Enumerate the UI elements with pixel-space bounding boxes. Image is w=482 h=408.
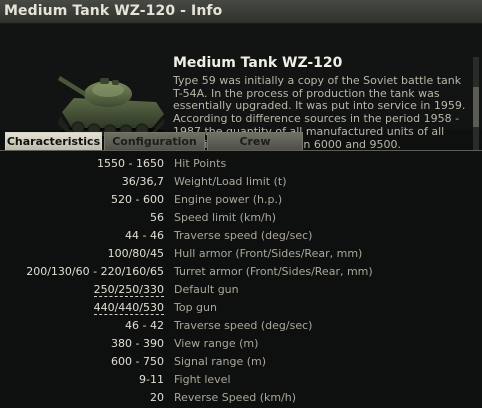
stat-value: 200/130/60 - 220/160/65 <box>26 265 164 278</box>
tank-name: Medium Tank WZ-120 <box>173 55 343 71</box>
tab-crew[interactable]: Crew <box>207 132 303 150</box>
stat-row-turret-armor: 200/130/60 - 220/160/65 Turret armor (Fr… <box>0 264 482 282</box>
stat-label: Signal range (m) <box>174 355 267 368</box>
stat-row-turret-traverse: 46 - 42 Traverse speed (deg/sec) <box>0 318 482 336</box>
stat-row-hull-armor: 100/80/45 Hull armor (Front/Sides/Rear, … <box>0 246 482 264</box>
stat-row-signal-range: 600 - 750 Signal range (m) <box>0 354 482 372</box>
stat-row-default-gun: 250/250/330 Default gun <box>0 282 482 300</box>
stat-row-top-gun: 440/440/530 Top gun <box>0 300 482 318</box>
stat-value: 36/36,7 <box>121 175 164 188</box>
tab-configuration[interactable]: Configuration <box>104 132 205 150</box>
stat-row-reverse-speed: 20 Reverse Speed (km/h) <box>0 390 482 408</box>
tank-image <box>58 76 164 139</box>
window-titlebar[interactable]: Medium Tank WZ-120 - Info <box>0 0 482 24</box>
stat-label: Speed limit (km/h) <box>174 211 277 224</box>
stat-label: Reverse Speed (km/h) <box>174 391 297 404</box>
stat-row-view-range: 380 - 390 View range (m) <box>0 336 482 354</box>
stat-label: Turret armor (Front/Sides/Rear, mm) <box>174 265 373 278</box>
scrollbar-thumb[interactable] <box>473 87 479 127</box>
stat-value-link[interactable]: 250/250/330 <box>93 283 164 297</box>
stat-label: Default gun <box>174 283 239 296</box>
stat-label: Fight level <box>174 373 231 386</box>
stat-label: Hull armor (Front/Sides/Rear, mm) <box>174 247 363 260</box>
stat-value: 520 - 600 <box>111 193 164 206</box>
stat-label: Traverse speed (deg/sec) <box>174 229 313 242</box>
stat-value: 44 - 46 <box>125 229 164 242</box>
stat-value: 380 - 390 <box>111 337 164 350</box>
stat-label: View range (m) <box>174 337 259 350</box>
stat-row-hit-points: 1550 - 1650 Hit Points <box>0 156 482 174</box>
stat-label: Traverse speed (deg/sec) <box>174 319 313 332</box>
tab-bar: Characteristics Configuration Crew <box>0 130 482 151</box>
tab-characteristics[interactable]: Characteristics <box>5 132 102 150</box>
stat-label: Engine power (h.p.) <box>174 193 283 206</box>
stat-value-link[interactable]: 440/440/530 <box>93 301 164 315</box>
stat-value: 46 - 42 <box>125 319 164 332</box>
stat-value: 20 <box>150 391 164 404</box>
stat-row-weight: 36/36,7 Weight/Load limit (t) <box>0 174 482 192</box>
stat-value: 100/80/45 <box>107 247 164 260</box>
stat-value: 56 <box>150 211 164 224</box>
window-title: Medium Tank WZ-120 - Info <box>4 3 223 19</box>
stat-row-fight-level: 9-11 Fight level <box>0 372 482 390</box>
tank-header: Medium Tank WZ-120 Type 59 was initially… <box>0 24 482 151</box>
stat-row-engine-power: 520 - 600 Engine power (h.p.) <box>0 192 482 210</box>
stat-label: Hit Points <box>174 157 227 170</box>
stat-value: 1550 - 1650 <box>97 157 164 170</box>
stat-label: Weight/Load limit (t) <box>174 175 287 188</box>
stat-value: 9-11 <box>139 373 164 386</box>
stat-row-hull-traverse: 44 - 46 Traverse speed (deg/sec) <box>0 228 482 246</box>
stat-label: Top gun <box>174 301 217 314</box>
stat-value: 600 - 750 <box>111 355 164 368</box>
stat-row-speed-limit: 56 Speed limit (km/h) <box>0 210 482 228</box>
